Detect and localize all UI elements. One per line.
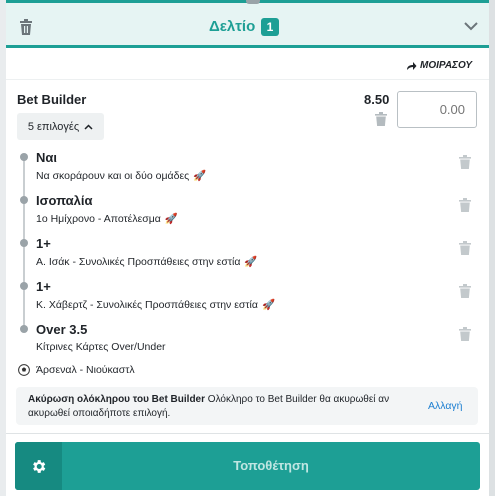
rocket-icon: 🚀 (261, 299, 276, 311)
trash-icon[interactable] (459, 198, 471, 212)
settings-button[interactable] (15, 442, 62, 490)
bet-builder-title: Bet Builder (17, 92, 87, 107)
place-bet-button[interactable]: Τοποθέτηση (62, 442, 480, 490)
leg-market: Να σκοράρουν και οι δύο ομάδες 🚀 (36, 169, 207, 183)
leg-pick: Ναι (36, 150, 57, 165)
leg-item: Ισοπαλία 1ο Ημίχρονο - Αποτέλεσμα 🚀 (6, 193, 489, 235)
place-bet-bar: Τοποθέτηση (15, 442, 480, 490)
betslip-header[interactable]: Δελτίο 1 (6, 0, 489, 48)
leg-market: Κ. Χάβερτζ - Συνολικές Προσπάθειες στην … (36, 298, 276, 312)
leg-dot (20, 153, 28, 161)
notice-text: Ακύρωση ολόκληρου του Bet Builder Ολόκλη… (28, 393, 413, 421)
leg-item: Over 3.5 Κίτρινες Κάρτες Over/Under (6, 322, 489, 364)
trash-icon[interactable] (19, 19, 33, 35)
leg-item: 1+ Α. Ισάκ - Συνολικές Προσπάθειες στην … (6, 236, 489, 278)
selections-label: 5 επιλογές (27, 120, 80, 133)
leg-dot (20, 282, 28, 290)
betslip-title: Δελτίο (209, 18, 256, 35)
background-edge (489, 0, 495, 496)
leg-pick: Over 3.5 (36, 322, 88, 337)
divider (6, 433, 489, 434)
trash-icon[interactable] (459, 327, 471, 341)
leg-pick: Ισοπαλία (36, 193, 93, 208)
leg-dot (20, 239, 28, 247)
share-arrow-icon (407, 61, 417, 70)
leg-market-label: Κίτρινες Κάρτες Over/Under (36, 341, 166, 353)
trash-icon[interactable] (459, 284, 471, 298)
football-icon (18, 364, 30, 376)
gear-icon (33, 459, 46, 473)
drag-handle[interactable] (246, 0, 260, 4)
chevron-up-icon (84, 123, 93, 130)
trash-icon[interactable] (459, 241, 471, 255)
total-odds: 8.50 (364, 92, 390, 107)
leg-market-label: Α. Ισάκ - Συνολικές Προσπάθειες στην εστ… (36, 255, 241, 268)
leg-dot (20, 196, 28, 204)
share-row: ΜΟΙΡΑΣΟΥ (6, 52, 489, 80)
leg-dot (20, 325, 28, 333)
trash-icon[interactable] (459, 155, 471, 169)
betslip-panel: Δελτίο 1 ΜΟΙΡΑΣΟΥ Bet Builder 8.50 5 επι… (6, 0, 489, 496)
event-name: Άρσεναλ - Νιούκαστλ (36, 364, 135, 376)
leg-item: 1+ Κ. Χάβερτζ - Συνολικές Προσπάθειες στ… (6, 279, 489, 321)
rocket-icon: 🚀 (164, 213, 178, 225)
share-button[interactable]: ΜΟΙΡΑΣΟΥ (406, 60, 472, 71)
trash-icon[interactable] (375, 112, 387, 126)
rocket-icon: 🚀 (193, 170, 207, 182)
selection-count-badge: 1 (261, 18, 279, 36)
leg-market: 1ο Ημίχρονο - Αποτέλεσμα 🚀 (36, 212, 178, 226)
rocket-icon: 🚀 (244, 256, 258, 268)
leg-market: Κίτρινες Κάρτες Over/Under (36, 341, 166, 353)
leg-pick: 1+ (36, 236, 51, 251)
event-row: Άρσεναλ - Νιούκαστλ (18, 364, 135, 376)
leg-market-label: 1ο Ημίχρονο - Αποτέλεσμα (36, 212, 161, 225)
notice-bold: Ακύρωση ολόκληρου του Bet Builder (28, 394, 206, 405)
leg-market-label: Να σκοράρουν και οι δύο ομάδες (36, 169, 190, 182)
leg-item: Ναι Να σκοράρουν και οι δύο ομάδες 🚀 (6, 150, 489, 192)
chevron-down-icon[interactable] (464, 21, 478, 31)
share-label: ΜΟΙΡΑΣΟΥ (420, 60, 472, 71)
leg-pick: 1+ (36, 279, 51, 294)
leg-market: Α. Ισάκ - Συνολικές Προσπάθειες στην εστ… (36, 255, 258, 269)
cancel-notice: Ακύρωση ολόκληρου του Bet Builder Ολόκλη… (16, 387, 478, 425)
selections-toggle-button[interactable]: 5 επιλογές (17, 113, 104, 140)
stake-input[interactable] (397, 91, 477, 128)
change-link[interactable]: Αλλαγή (428, 400, 463, 412)
leg-market-label: Κ. Χάβερτζ - Συνολικές Προσπάθειες στην … (36, 298, 258, 311)
